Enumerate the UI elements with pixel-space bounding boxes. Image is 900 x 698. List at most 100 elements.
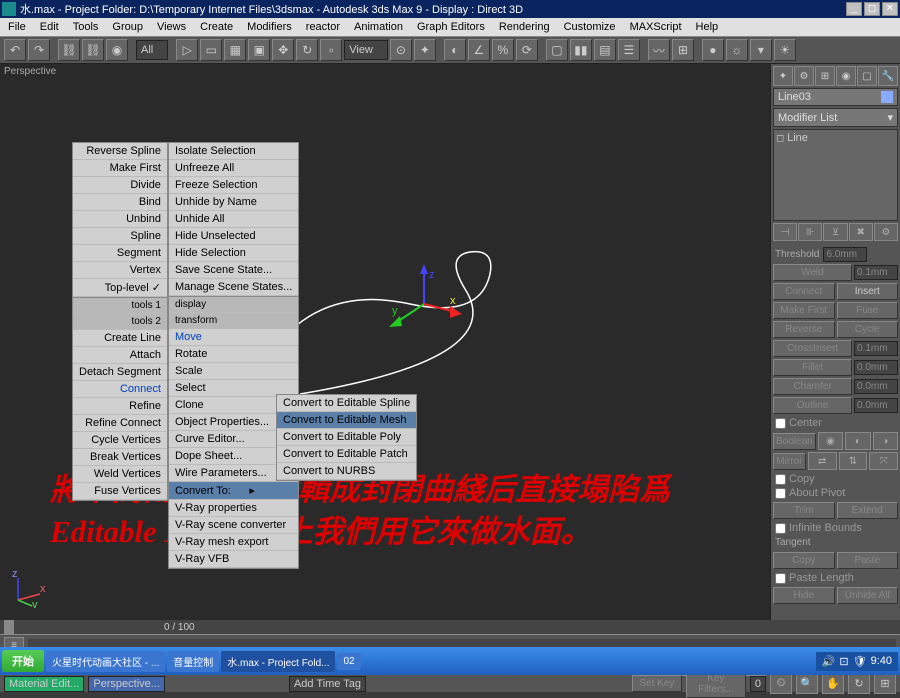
crossinsert-spinner[interactable]: 0.1mm [854, 341, 898, 356]
render-scene-button[interactable]: ☼ [726, 39, 748, 61]
hide-button[interactable]: Hide [773, 587, 835, 604]
quad-break-vertices[interactable]: Break Vertices [73, 449, 167, 466]
quad-reverse-spline[interactable]: Reverse Spline [73, 143, 167, 160]
quad-vray-props[interactable]: V-Ray properties [169, 500, 298, 517]
quad-detach-segment[interactable]: Detach Segment [73, 364, 167, 381]
configure-icon[interactable]: ⚙ [874, 223, 898, 241]
hierarchy-tab[interactable]: ⊞ [815, 66, 835, 86]
show-end-icon[interactable]: ⊪ [798, 223, 822, 241]
menu-animation[interactable]: Animation [348, 19, 409, 35]
system-tray[interactable]: 🔊 ⊡ 🛡 9:40 [816, 652, 898, 671]
minimize-button[interactable]: _ [846, 2, 862, 16]
viewport-nav-5[interactable]: 🔍 [796, 674, 818, 694]
chamfer-button[interactable]: Chamfer [773, 378, 852, 395]
quad-refine-connect[interactable]: Refine Connect [73, 415, 167, 432]
menu-file[interactable]: File [2, 19, 32, 35]
manipulate-button[interactable]: ✦ [414, 39, 436, 61]
quad-attach[interactable]: Attach [73, 347, 167, 364]
mirror-h-icon[interactable]: ⇄ [808, 452, 837, 470]
quad-hide-selection[interactable]: Hide Selection [169, 245, 298, 262]
mirror-button[interactable]: ▮▮ [570, 39, 592, 61]
undo-button[interactable]: ↶ [4, 39, 26, 61]
connect-button[interactable]: Connect [773, 283, 835, 300]
quad-make-first[interactable]: Make First [73, 160, 167, 177]
quad-unhide-name[interactable]: Unhide by Name [169, 194, 298, 211]
percent-snap-button[interactable]: % [492, 39, 514, 61]
quad-divide[interactable]: Divide [73, 177, 167, 194]
quad-vertex[interactable]: Vertex [73, 262, 167, 279]
infbounds-checkbox[interactable]: Infinite Bounds [773, 521, 898, 535]
taskbar-item-2[interactable]: 音量控制 [167, 651, 219, 672]
current-frame-field[interactable]: 0 [750, 676, 766, 692]
menu-group[interactable]: Group [106, 19, 149, 35]
viewport-nav-8[interactable]: ⊞ [874, 674, 896, 694]
quad-vray-scene-conv[interactable]: V-Ray scene converter [169, 517, 298, 534]
outline-spinner[interactable]: 0.0mm [854, 398, 898, 413]
render-type-button[interactable]: ▾ [750, 39, 772, 61]
unlink-button[interactable]: ⛓ [82, 39, 104, 61]
named-selection-button[interactable]: ▢ [546, 39, 568, 61]
unique-icon[interactable]: ⊻ [823, 223, 847, 241]
object-name-field[interactable]: Line03 [773, 88, 898, 106]
angle-snap-button[interactable]: ∠ [468, 39, 490, 61]
quad-weld-vertices[interactable]: Weld Vertices [73, 466, 167, 483]
fuse-button[interactable]: Fuse [837, 302, 899, 319]
quad-convert-to[interactable]: Convert To: ▸ [169, 482, 298, 500]
add-time-tag[interactable]: Add Time Tag [289, 676, 366, 692]
menu-create[interactable]: Create [194, 19, 239, 35]
bool-sub-icon[interactable]: ◐ [845, 432, 870, 450]
pastelen-checkbox[interactable]: Paste Length [773, 571, 898, 585]
viewport-nav-6[interactable]: ✋ [822, 674, 844, 694]
menu-customize[interactable]: Customize [558, 19, 622, 35]
quad-fuse-vertices[interactable]: Fuse Vertices [73, 483, 167, 500]
tray-icon-2[interactable]: ⊡ [839, 655, 848, 668]
selection-filter-dropdown[interactable]: All [136, 40, 168, 60]
time-slider[interactable] [4, 620, 154, 634]
material-editor-button[interactable]: ● [702, 39, 724, 61]
quad-vray-vfb[interactable]: V-Ray VFB [169, 551, 298, 568]
convert-editable-spline[interactable]: Convert to Editable Spline [277, 395, 416, 412]
object-color-swatch[interactable] [881, 91, 893, 103]
center-checkbox[interactable]: Center [773, 416, 898, 430]
insert-button[interactable]: Insert [837, 283, 899, 300]
quad-connect[interactable]: Connect [73, 381, 167, 398]
select-button[interactable]: ▷ [176, 39, 198, 61]
quad-vray-mesh-export[interactable]: V-Ray mesh export [169, 534, 298, 551]
link-button[interactable]: ⛓ [58, 39, 80, 61]
quick-render-button[interactable]: ☀ [774, 39, 796, 61]
threshold-spinner[interactable]: 6.0mm [823, 247, 867, 262]
modifier-stack[interactable]: ◻ Line [773, 129, 898, 221]
fillet-spinner[interactable]: 0.0mm [854, 360, 898, 375]
tray-icon[interactable]: 🔊 [822, 655, 836, 668]
crossinsert-button[interactable]: CrossInsert [773, 340, 852, 357]
convert-editable-poly[interactable]: Convert to Editable Poly [277, 429, 416, 446]
move-button[interactable]: ✥ [272, 39, 294, 61]
quad-scale[interactable]: Scale [169, 363, 298, 380]
quad-freeze-selection[interactable]: Freeze Selection [169, 177, 298, 194]
menu-tools[interactable]: Tools [67, 19, 105, 35]
redo-button[interactable]: ↷ [28, 39, 50, 61]
spinner-snap-button[interactable]: ⟳ [516, 39, 538, 61]
taskbar-item-1[interactable]: 火星时代动画大社区 - ... [46, 651, 165, 672]
quad-segment[interactable]: Segment [73, 245, 167, 262]
copy-checkbox[interactable]: Copy [773, 472, 898, 486]
menu-modifiers[interactable]: Modifiers [241, 19, 298, 35]
cycle-button[interactable]: Cycle [837, 321, 899, 338]
quad-unfreeze-all[interactable]: Unfreeze All [169, 160, 298, 177]
aboutpivot-checkbox[interactable]: About Pivot [773, 486, 898, 500]
snap-button[interactable]: ◐ [444, 39, 466, 61]
reverse-button[interactable]: Reverse [773, 321, 835, 338]
viewport-perspective[interactable]: Perspective z y x z x y 將中間兩條曲綫編輯成封閉曲綫后直… [0, 64, 770, 620]
copy-tangent-button[interactable]: Copy [773, 552, 835, 569]
align-button[interactable]: ▤ [594, 39, 616, 61]
remove-mod-icon[interactable]: ✖ [849, 223, 873, 241]
unhideall-button[interactable]: Unhide All [837, 587, 899, 604]
quad-bind[interactable]: Bind [73, 194, 167, 211]
pin-stack-icon[interactable]: ⊣ [773, 223, 797, 241]
menu-rendering[interactable]: Rendering [493, 19, 556, 35]
utilities-tab[interactable]: 🔧 [878, 66, 898, 86]
convert-editable-mesh[interactable]: Convert to Editable Mesh [277, 412, 416, 429]
quad-manage-states[interactable]: Manage Scene States... [169, 279, 298, 296]
bool-int-icon[interactable]: ◑ [873, 432, 898, 450]
weld-button[interactable]: Weld [773, 264, 852, 281]
